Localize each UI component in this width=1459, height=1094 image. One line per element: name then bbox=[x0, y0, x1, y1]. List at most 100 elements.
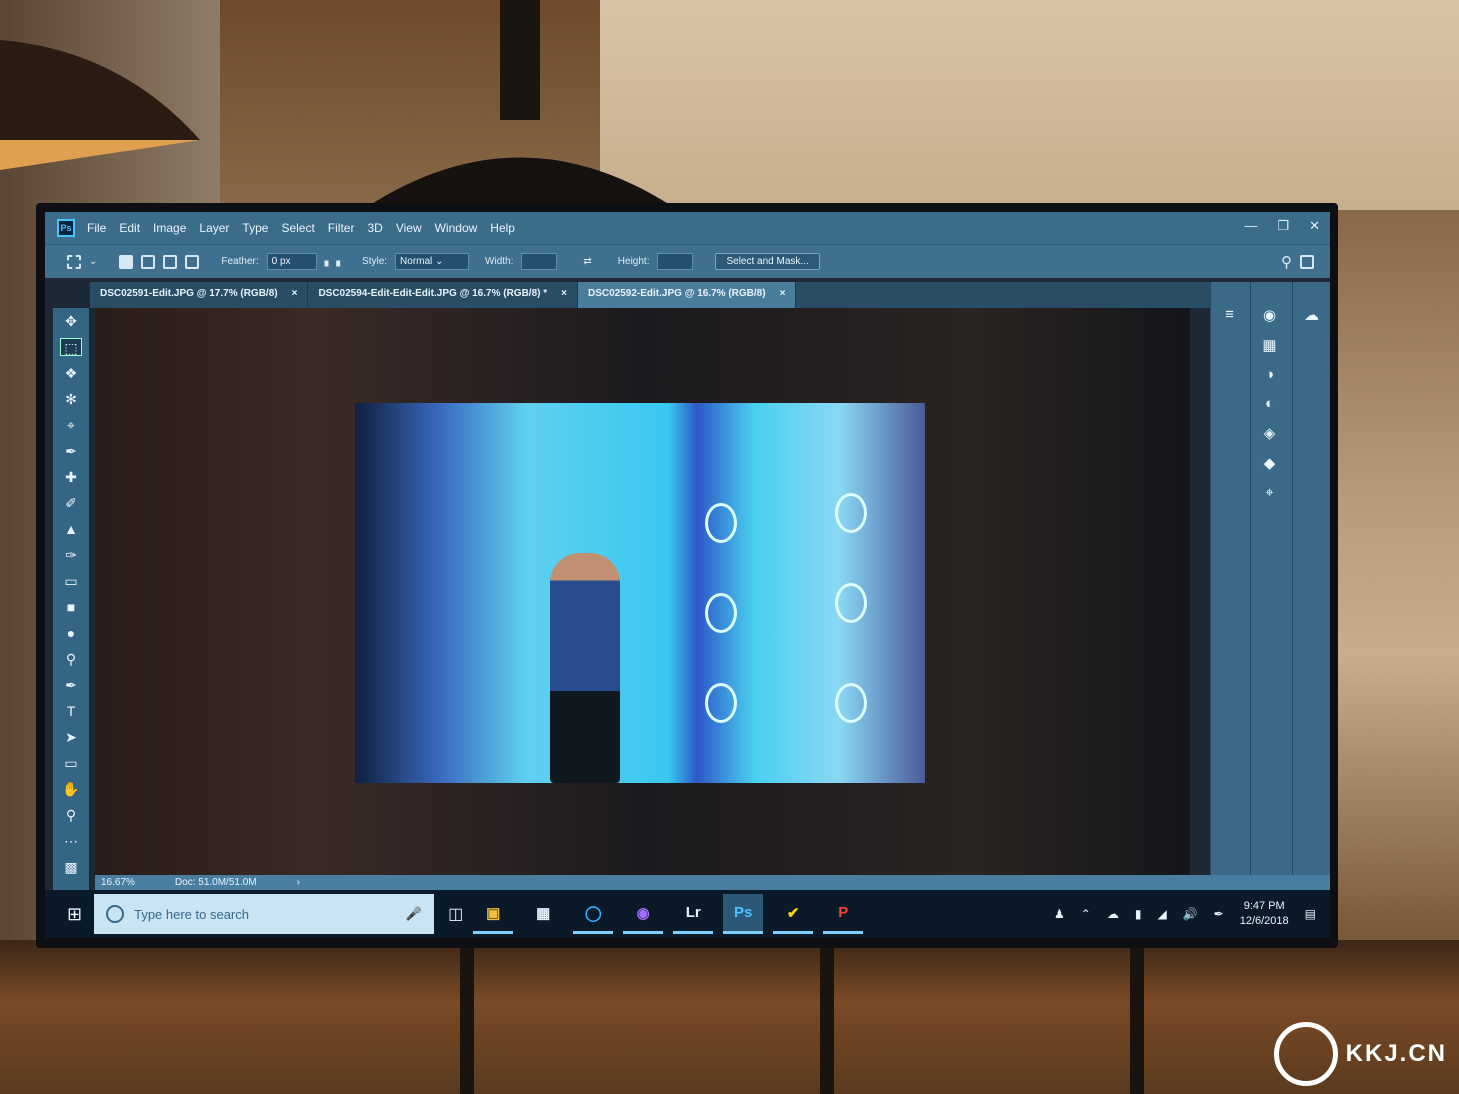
pen-icon[interactable]: ✒ bbox=[1214, 907, 1224, 921]
network-icon[interactable]: ◢ bbox=[1157, 907, 1166, 921]
add-selection-icon[interactable] bbox=[141, 254, 156, 269]
clock[interactable]: 9:47 PM 12/6/2018 bbox=[1240, 899, 1289, 929]
type-tool-icon[interactable]: T bbox=[60, 702, 82, 720]
tab-dsc02594[interactable]: DSC02594-Edit-Edit-Edit.JPG @ 16.7% (RGB… bbox=[308, 282, 578, 308]
height-input[interactable] bbox=[657, 253, 694, 270]
history-brush-icon[interactable]: ✑ bbox=[60, 546, 82, 564]
subtract-selection-icon[interactable] bbox=[163, 254, 178, 269]
menu-filter[interactable]: Filter bbox=[328, 221, 355, 235]
document-image bbox=[355, 403, 925, 783]
menu-file[interactable]: File bbox=[87, 221, 106, 235]
lasso-tool-icon[interactable]: ❖ bbox=[60, 364, 82, 382]
menu-window[interactable]: Window bbox=[435, 221, 478, 235]
menu-image[interactable]: Image bbox=[153, 221, 186, 235]
menu-type[interactable]: Type bbox=[242, 221, 268, 235]
styles-panel-icon[interactable]: ◐ bbox=[1265, 395, 1274, 412]
onedrive-icon[interactable]: ☁ bbox=[1107, 907, 1119, 921]
intersect-selection-icon[interactable] bbox=[185, 254, 200, 269]
crop-tool-icon[interactable]: ⌖ bbox=[60, 416, 82, 434]
brush-tool-icon[interactable]: ✐ bbox=[60, 494, 82, 512]
chevron-down-icon[interactable]: ⌄ bbox=[89, 256, 97, 267]
search-icon[interactable]: ⚲ bbox=[1281, 253, 1292, 271]
blur-tool-icon[interactable]: ● bbox=[60, 624, 82, 642]
swatches-panel-icon[interactable]: ▦ bbox=[1262, 336, 1276, 354]
close-tab-icon[interactable]: × bbox=[292, 288, 298, 299]
eraser-tool-icon[interactable]: ▭ bbox=[60, 572, 82, 590]
stand-leg bbox=[1130, 940, 1144, 1094]
close-tab-icon[interactable]: × bbox=[780, 288, 786, 299]
layers-panel-icon[interactable]: ◈ bbox=[1264, 424, 1276, 442]
channels-panel-icon[interactable]: ◆ bbox=[1264, 454, 1276, 472]
notifications-icon[interactable]: ▤ bbox=[1305, 907, 1316, 921]
close-icon[interactable]: ✕ bbox=[1309, 218, 1320, 234]
path-select-tool-icon[interactable]: ➤ bbox=[60, 728, 82, 746]
lens-graphic bbox=[835, 583, 867, 623]
kkj-watermark: KKJ.CN bbox=[1273, 1022, 1447, 1086]
file-explorer-icon[interactable]: ▣ bbox=[473, 894, 514, 934]
chevron-up-icon[interactable]: ⌃ bbox=[1081, 907, 1091, 921]
stamp-tool-icon[interactable]: ▲ bbox=[60, 520, 82, 538]
gradient-tool-icon[interactable]: ■ bbox=[60, 598, 82, 616]
minimize-icon[interactable]: — bbox=[1244, 218, 1257, 234]
photoshop-taskbar-icon[interactable]: Ps bbox=[723, 894, 764, 934]
swap-icon[interactable]: ⇄ bbox=[583, 256, 591, 267]
menu-edit[interactable]: Edit bbox=[119, 221, 140, 235]
color-panel-icon[interactable]: ◉ bbox=[1263, 306, 1276, 324]
healing-tool-icon[interactable]: ✚ bbox=[60, 468, 82, 486]
close-tab-icon[interactable]: × bbox=[561, 288, 567, 299]
move-tool-icon[interactable]: ✥ bbox=[60, 312, 82, 330]
cortana-app-icon[interactable]: ◯ bbox=[573, 894, 614, 934]
people-icon[interactable]: ♟ bbox=[1054, 907, 1065, 921]
anti-alias-icon[interactable]: ▖▗ bbox=[325, 256, 340, 267]
eyedropper-tool-icon[interactable]: ✒ bbox=[60, 442, 82, 460]
zoom-level[interactable]: 16.67% bbox=[101, 877, 135, 888]
marquee-preset-icon[interactable] bbox=[67, 254, 81, 269]
battery-icon[interactable]: ▮ bbox=[1135, 907, 1142, 921]
lightroom-icon[interactable]: Lr bbox=[673, 894, 714, 934]
hand-tool-icon[interactable]: ✋ bbox=[60, 780, 82, 798]
color-swatches-icon[interactable]: ▩ bbox=[60, 858, 82, 876]
new-selection-icon[interactable] bbox=[119, 254, 134, 269]
search-placeholder: Type here to search bbox=[134, 906, 249, 922]
document-canvas[interactable] bbox=[95, 308, 1190, 875]
adjustments-panel-icon[interactable]: ◑ bbox=[1265, 366, 1274, 383]
tab-dsc02592[interactable]: DSC02592-Edit.JPG @ 16.7% (RGB/8) × bbox=[577, 282, 797, 308]
shape-tool-icon[interactable]: ▭ bbox=[60, 754, 82, 772]
workspace-icon[interactable] bbox=[1300, 254, 1314, 269]
zoom-tool-icon[interactable]: ⚲ bbox=[60, 806, 82, 824]
panel-column: ≡ bbox=[1210, 282, 1248, 875]
menu-select[interactable]: Select bbox=[281, 221, 314, 235]
menu-3d[interactable]: 3D bbox=[367, 221, 382, 235]
status-menu-arrow[interactable]: › bbox=[297, 877, 300, 888]
lens-graphic bbox=[835, 493, 867, 533]
creative-cloud-icon[interactable]: ☁ bbox=[1304, 306, 1319, 324]
task-view-icon[interactable]: ◫ bbox=[448, 904, 463, 924]
lens-graphic bbox=[835, 683, 867, 723]
feather-input[interactable]: 0 px bbox=[266, 253, 317, 270]
menu-view[interactable]: View bbox=[396, 221, 422, 235]
pen-tool-icon[interactable]: ✒ bbox=[60, 676, 82, 694]
width-input[interactable] bbox=[521, 253, 558, 270]
dodge-tool-icon[interactable]: ⚲ bbox=[60, 650, 82, 668]
restore-icon[interactable]: ❐ bbox=[1277, 218, 1289, 234]
norton-icon[interactable]: ✔ bbox=[773, 894, 814, 934]
system-tray: ♟ ⌃ ☁ ▮ ◢ 🔊 ✒ 9:47 PM 12/6/2018 ▤ bbox=[1054, 899, 1330, 929]
taskbar-search[interactable]: Type here to search 🎤 bbox=[94, 894, 435, 934]
history-panel-icon[interactable]: ≡ bbox=[1225, 306, 1234, 323]
store-icon[interactable]: ▦ bbox=[523, 894, 563, 934]
quick-select-tool-icon[interactable]: ✻ bbox=[60, 390, 82, 408]
background-window bbox=[600, 0, 1459, 210]
menu-layer[interactable]: Layer bbox=[199, 221, 229, 235]
menu-help[interactable]: Help bbox=[490, 221, 515, 235]
more-tools-icon[interactable]: ⋯ bbox=[60, 832, 82, 850]
powerpoint-icon[interactable]: P bbox=[823, 894, 864, 934]
paths-panel-icon[interactable]: ⌖ bbox=[1265, 484, 1273, 501]
select-and-mask-button[interactable]: Select and Mask... bbox=[715, 253, 820, 270]
marquee-tool-icon[interactable]: ⬚ bbox=[60, 338, 82, 356]
microphone-icon[interactable]: 🎤 bbox=[406, 906, 422, 922]
style-select[interactable]: Normal ⌄ bbox=[395, 253, 470, 270]
volume-icon[interactable]: 🔊 bbox=[1183, 907, 1198, 921]
firefox-icon[interactable]: ◉ bbox=[623, 894, 664, 934]
windows-start-icon[interactable]: ⊞ bbox=[67, 904, 82, 925]
tab-dsc02591[interactable]: DSC02591-Edit.JPG @ 17.7% (RGB/8) × bbox=[90, 282, 309, 308]
